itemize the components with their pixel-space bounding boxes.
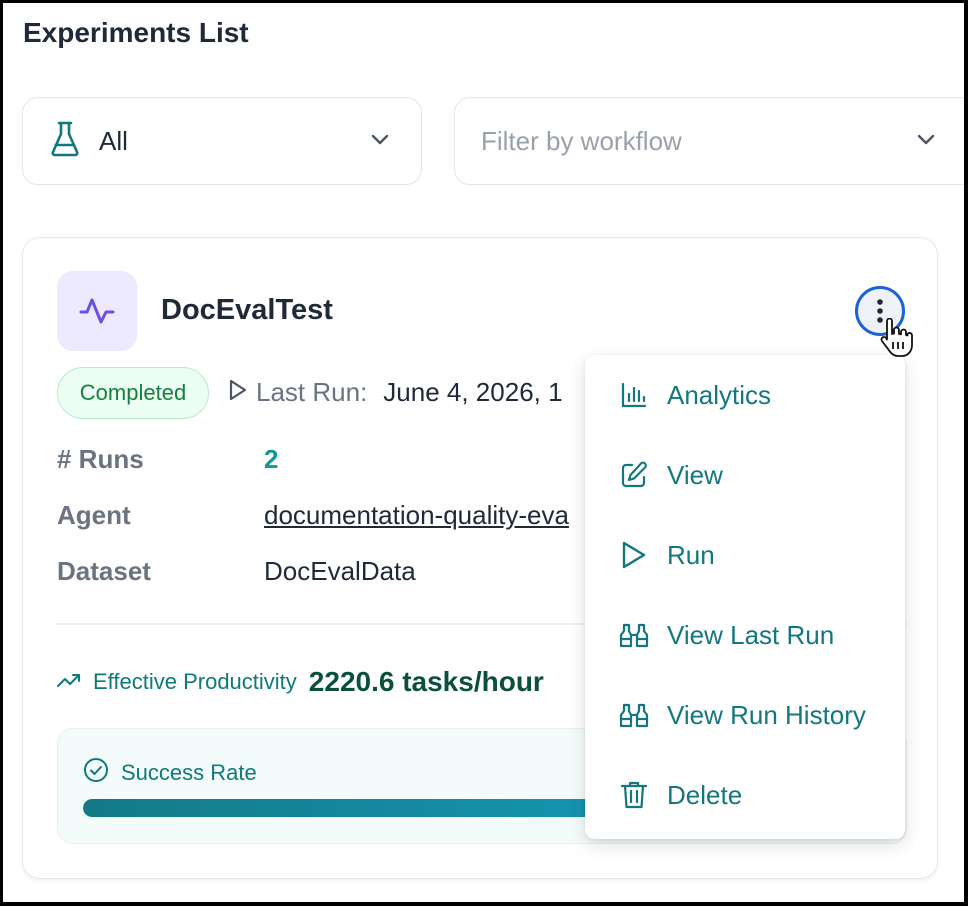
menu-item-label: Delete — [667, 779, 743, 810]
play-outline-icon — [228, 377, 248, 408]
last-run-value: June 4, 2026, 1 — [383, 377, 563, 407]
trash-icon — [619, 780, 649, 810]
menu-item-delete[interactable]: Delete — [585, 755, 905, 835]
runs-label: # Runs — [57, 444, 144, 474]
menu-item-label: Run — [667, 539, 715, 570]
productivity-value: 2220.6 tasks/hour — [308, 666, 544, 697]
productivity-row: Effective Productivity 2220.6 tasks/hour — [57, 666, 544, 698]
status-filter-value: All — [99, 125, 128, 156]
status-badge: Completed — [57, 367, 209, 419]
play-icon — [619, 540, 649, 570]
workflow-filter-select[interactable]: Filter by workflow — [454, 97, 968, 185]
last-run-label: Last Run: — [256, 377, 368, 407]
dataset-value: DocEvalData — [264, 556, 416, 586]
productivity-label: Effective Productivity — [93, 669, 297, 694]
menu-item-label: View Last Run — [667, 619, 835, 650]
activity-pulse-icon — [57, 271, 137, 351]
binoculars-icon — [619, 700, 649, 730]
agent-link[interactable]: documentation-quality-eva — [264, 500, 569, 531]
agent-label: Agent — [57, 500, 131, 530]
success-rate-label: Success Rate — [121, 759, 257, 785]
menu-item-view-run-history[interactable]: View Run History — [585, 675, 905, 755]
menu-item-view[interactable]: View — [585, 435, 905, 515]
success-rate-header: Success Rate — [83, 757, 257, 788]
menu-item-run[interactable]: Run — [585, 515, 905, 595]
experiment-name: DocEvalTest — [161, 294, 333, 326]
chevron-down-icon — [915, 128, 937, 155]
last-run-info: Last Run: June 4, 2026, 1 — [228, 377, 563, 408]
flask-icon — [51, 121, 79, 162]
status-filter-select[interactable]: All — [22, 97, 422, 185]
bar-chart-icon — [619, 380, 649, 410]
menu-item-label: View — [667, 459, 723, 490]
check-circle-icon — [83, 757, 109, 788]
menu-item-label: View Run History — [667, 699, 866, 730]
chevron-down-icon — [369, 128, 391, 155]
actions-dropdown-menu: Analytics View Run View Last Run View Ru… — [585, 355, 905, 839]
workflow-filter-placeholder: Filter by workflow — [481, 125, 682, 156]
binoculars-icon — [619, 620, 649, 650]
page-title: Experiments List — [23, 17, 249, 48]
trending-up-icon — [57, 672, 81, 693]
runs-count: 2 — [264, 444, 279, 474]
menu-item-analytics[interactable]: Analytics — [585, 355, 905, 435]
menu-item-label: Analytics — [667, 379, 772, 410]
dataset-label: Dataset — [57, 556, 151, 586]
menu-item-view-last-run[interactable]: View Last Run — [585, 595, 905, 675]
edit-icon — [619, 460, 649, 490]
hand-pointer-cursor-icon — [878, 317, 914, 363]
